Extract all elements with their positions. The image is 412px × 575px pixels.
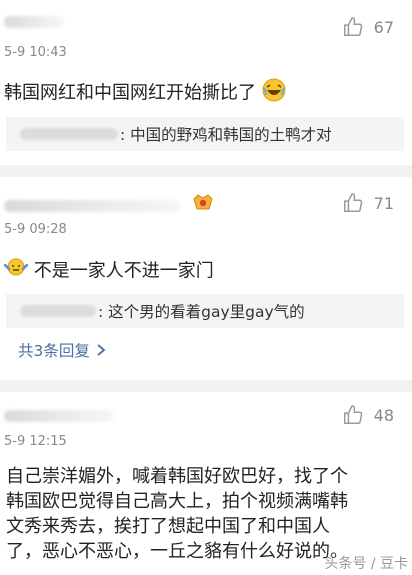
thumbs-up-icon: [343, 17, 362, 36]
quoted-username-blurred: [20, 128, 118, 140]
thumbs-up-icon: [343, 193, 362, 212]
comment-line: 自己崇洋媚外，喊着韩国好欧巴好，找了个: [6, 466, 348, 487]
comment-2: 71 5-9 09:28 不是一家人不进一家门 : 这个男的看着gay里gay气…: [0, 178, 412, 380]
comment-text-content: 韩国网红和中国网红开始撕比了: [4, 82, 256, 104]
quoted-username-blurred: [20, 305, 96, 317]
like-button[interactable]: 71: [342, 192, 394, 214]
timestamp: 5-9 12:15: [4, 434, 67, 449]
quoted-reply-text: : 中国的野鸡和韩国的土鸭才对: [120, 126, 332, 144]
like-button[interactable]: 48: [342, 404, 394, 426]
comment-text-content: 不是一家人不进一家门: [33, 260, 214, 282]
like-count: 48: [373, 405, 394, 425]
username-blurred[interactable]: [4, 16, 64, 28]
quoted-reply[interactable]: : 中国的野鸡和韩国的土鸭才对: [6, 117, 404, 151]
like-button[interactable]: 67: [342, 16, 394, 38]
comment-3: 48 5-9 12:15 自己崇洋媚外，喊着韩国好欧巴好，找了个 韩国欧巴觉得自…: [0, 392, 412, 575]
comment-line: 了，恶心不恶心，一丘之貉有什么好说的。: [6, 541, 348, 562]
username-blurred[interactable]: [4, 200, 180, 212]
timestamp: 5-9 10:43: [4, 45, 67, 60]
chevron-right-icon: [97, 344, 106, 356]
like-count: 71: [373, 193, 394, 213]
vip-badge-icon: [193, 194, 213, 210]
thumbs-up-icon: [343, 405, 362, 424]
watermark: 头条号 / 豆卡: [324, 556, 408, 572]
laughing-emoji-icon: [262, 78, 286, 109]
more-replies-link[interactable]: 共3条回复: [18, 339, 106, 361]
quoted-reply-text: : 这个男的看着gay里gay气的: [98, 303, 305, 321]
like-count: 67: [373, 17, 394, 37]
shrug-emoji-icon: [3, 256, 29, 287]
comment-1: 67 5-9 10:43 韩国网红和中国网红开始撕比了 : 中国的野鸡和韩国的土…: [0, 0, 412, 160]
quoted-reply[interactable]: : 这个男的看着gay里gay气的: [6, 294, 404, 328]
comment-text: 自己崇洋媚外，喊着韩国好欧巴好，找了个 韩国欧巴觉得自己高大上，拍个视频满嘴韩 …: [6, 464, 348, 564]
timestamp: 5-9 09:28: [4, 222, 67, 237]
username-blurred[interactable]: [4, 410, 114, 422]
comment-text: 韩国网红和中国网红开始撕比了: [4, 78, 286, 109]
more-replies-label: 共3条回复: [18, 342, 90, 360]
separator: [0, 380, 412, 392]
comment-text: 不是一家人不进一家门: [3, 256, 214, 287]
separator: [0, 165, 412, 177]
comment-line: 文秀来秀去，挨打了想起中国了和中国人: [6, 516, 330, 537]
comment-line: 韩国欧巴觉得自己高大上，拍个视频满嘴韩: [6, 491, 348, 512]
